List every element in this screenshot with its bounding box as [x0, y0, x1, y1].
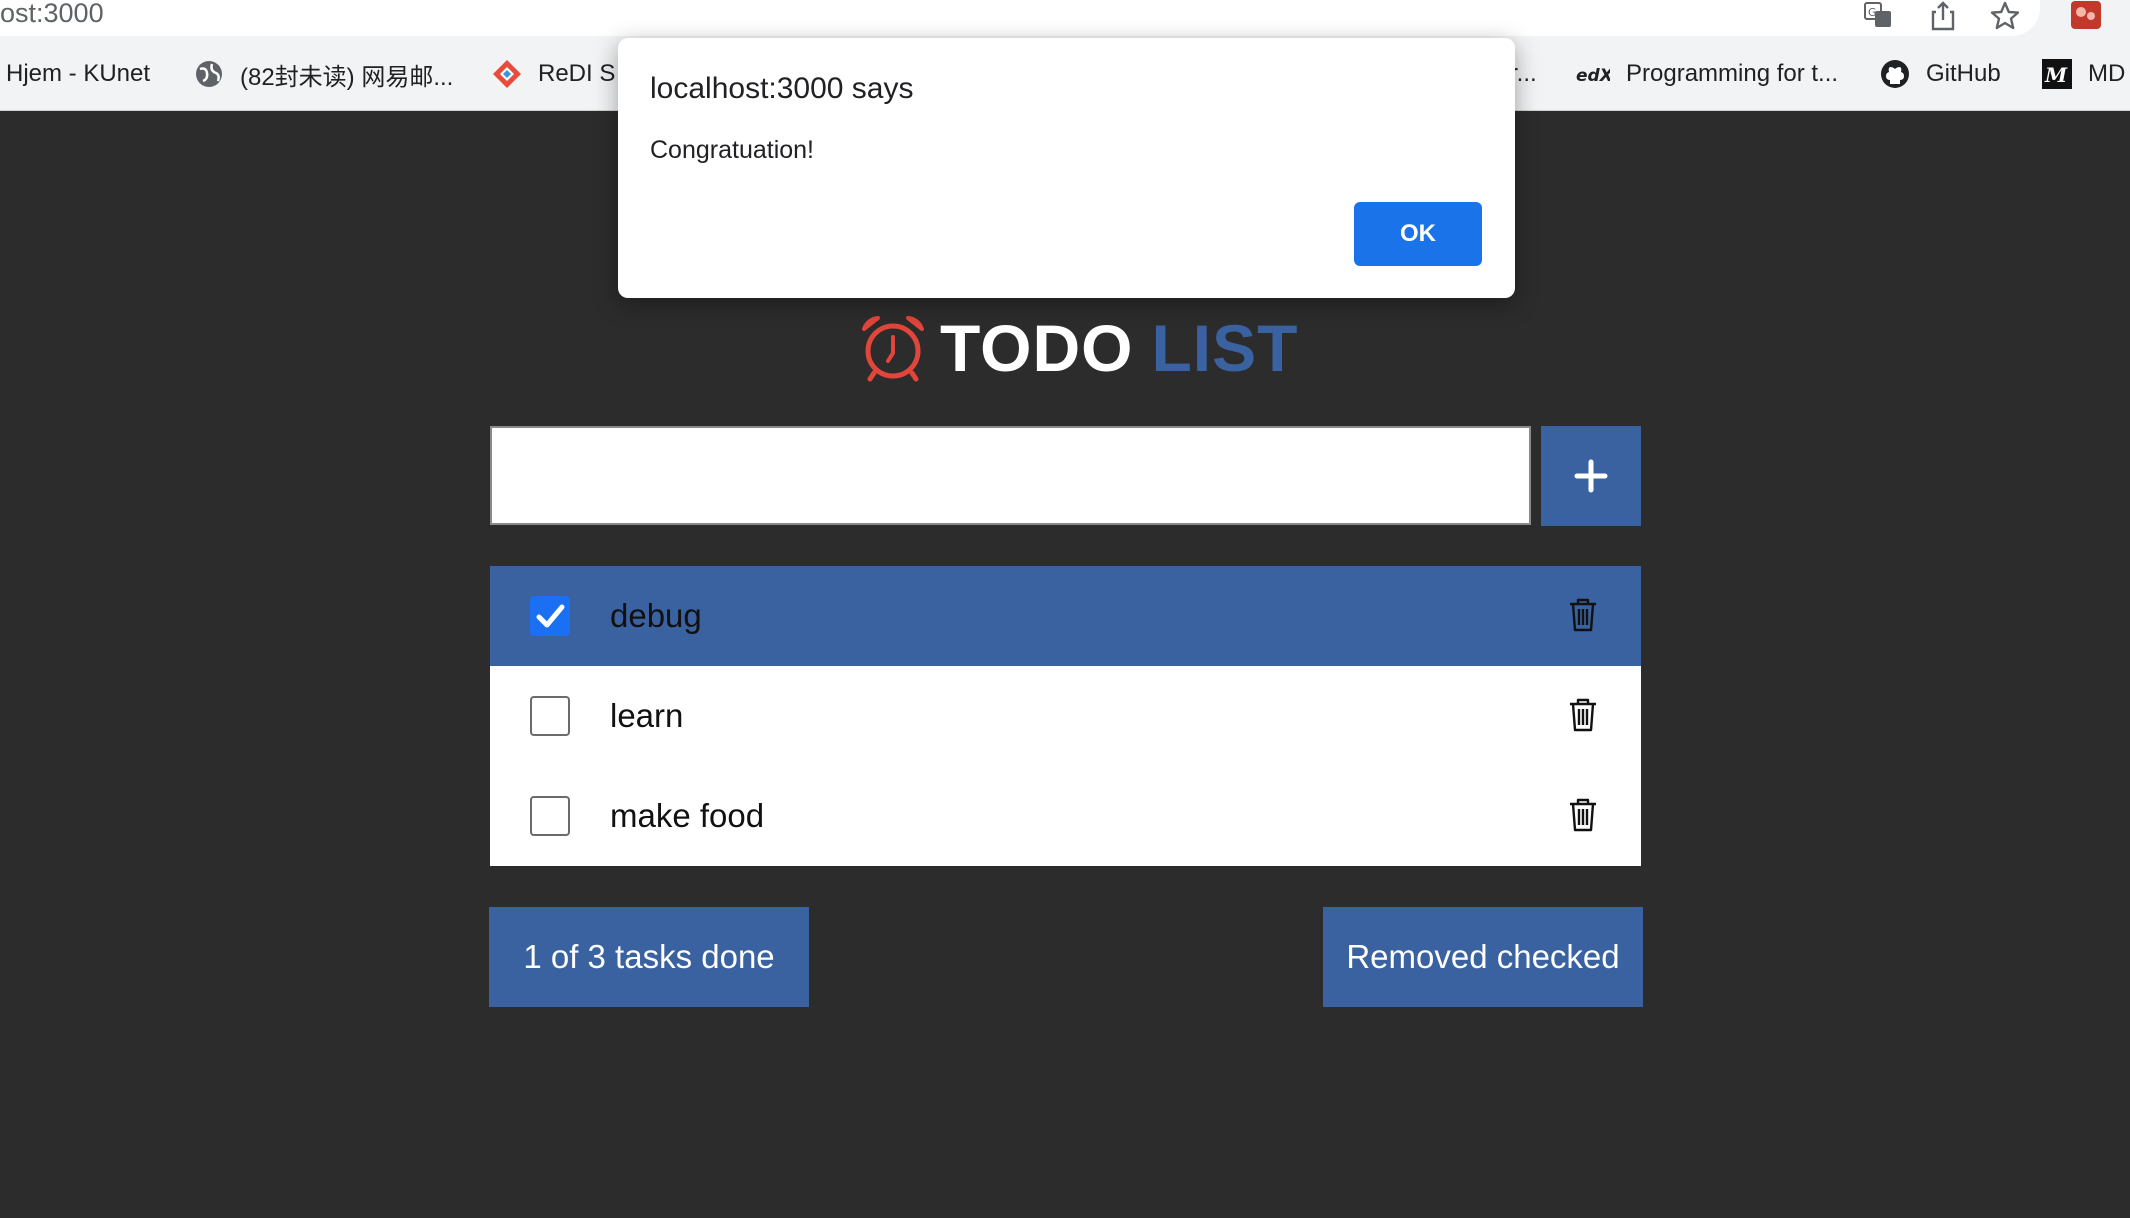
todo-item[interactable]: debug: [490, 566, 1641, 666]
bookmark-label: Programming for t...: [1626, 60, 1839, 87]
bookmark-programming[interactable]: edX Programming for t...: [1576, 56, 1838, 92]
bookmark-label: Hjem - KUnet: [6, 60, 151, 87]
todo-item[interactable]: make food: [490, 766, 1641, 866]
globe-icon: [194, 59, 224, 89]
add-todo-button[interactable]: [1541, 426, 1641, 526]
edx-icon: edX: [1576, 59, 1614, 89]
title-list: LIST: [1151, 311, 1299, 385]
dialog-title: localhost:3000 says: [650, 72, 914, 105]
medium-icon: M: [2042, 59, 2072, 89]
app-title: TODO LIST: [858, 308, 1298, 388]
svg-text:G: G: [1868, 6, 1877, 19]
remove-checked-button[interactable]: Removed checked: [1323, 907, 1643, 1007]
translate-icon[interactable]: G: [1862, 0, 1896, 32]
bookmark-label: MD: [2088, 60, 2126, 87]
trash-icon[interactable]: [1568, 597, 1598, 633]
todo-text: learn: [610, 697, 684, 734]
alarm-clock-icon: [858, 313, 928, 383]
todo-checkbox[interactable]: [530, 596, 570, 636]
bookmark-hjem-kunet[interactable]: Hjem - KUnet: [6, 56, 150, 92]
checkmark-icon: [536, 604, 565, 628]
bookmark-redi[interactable]: ReDI S: [492, 56, 615, 92]
plus-icon: [1574, 459, 1608, 493]
tasks-status-button[interactable]: 1 of 3 tasks done: [489, 907, 809, 1007]
url-field[interactable]: ost:3000: [0, 0, 2040, 36]
new-todo-input[interactable]: [490, 426, 1531, 525]
todo-checkbox[interactable]: [530, 796, 570, 836]
todo-checkbox[interactable]: [530, 696, 570, 736]
github-icon: [1880, 59, 1910, 89]
share-icon[interactable]: [1928, 0, 1962, 32]
todo-item[interactable]: learn: [490, 666, 1641, 766]
extension-icon[interactable]: [2070, 0, 2104, 32]
bookmark-mail[interactable]: (82封未读) 网易邮...: [194, 56, 453, 92]
redi-icon: [492, 59, 522, 89]
todo-text: make food: [610, 797, 765, 834]
trash-icon[interactable]: [1568, 797, 1598, 833]
title-todo: TODO: [940, 311, 1134, 385]
bookmark-github[interactable]: GitHub: [1880, 56, 2001, 92]
trash-icon[interactable]: [1568, 697, 1598, 733]
bookmark-label: GitHub: [1926, 60, 2001, 87]
star-icon[interactable]: [1989, 0, 2023, 32]
todo-text: debug: [610, 597, 702, 634]
bookmark-label: ReDI S: [538, 60, 616, 87]
svg-text:M: M: [2044, 63, 2068, 87]
dialog-message: Congratuation!: [650, 136, 815, 164]
ok-button[interactable]: OK: [1354, 202, 1482, 266]
bookmark-medium[interactable]: M MD: [2042, 56, 2125, 92]
alert-dialog: localhost:3000 says Congratuation! OK: [618, 38, 1515, 298]
browser-url-bar: ost:3000 G: [0, 0, 2130, 38]
url-text: ost:3000: [0, 0, 104, 28]
svg-text:edX: edX: [1576, 66, 1610, 86]
bookmark-label: (82封未读) 网易邮...: [240, 63, 454, 91]
todo-list: debug learn make food: [490, 566, 1641, 866]
